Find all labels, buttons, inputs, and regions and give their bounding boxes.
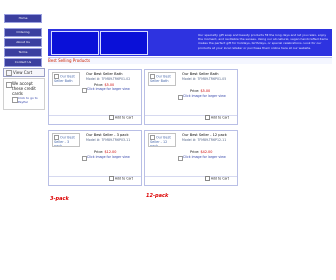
cart-icon: [108, 115, 114, 120]
nav-button-ordering[interactable]: Ordering: [4, 28, 42, 37]
add-to-cart-label: Add to Cart: [114, 176, 133, 181]
add-to-cart-button[interactable]: Add to Cart: [204, 176, 229, 181]
product-card: Our Best Seller - 12 pack Our Best Selle…: [144, 130, 238, 186]
add-to-cart-label: Add to Cart: [210, 115, 229, 120]
product-price: Price: $12.00: [94, 150, 116, 154]
best-selling-heading: Best Selling Products: [48, 57, 332, 64]
product-price: Price: $42.00: [190, 150, 212, 154]
cart-icon: [6, 70, 12, 76]
nav-button-terms[interactable]: Terms: [4, 48, 42, 57]
product-image[interactable]: Our Best Seller Bath: [52, 72, 80, 86]
add-to-cart-label: Add to Cart: [210, 176, 229, 181]
nav-button-about[interactable]: About Us: [4, 38, 42, 47]
price-label: Price:: [94, 150, 104, 154]
product-card: Our Best Seller Bath Our Best Seller Bat…: [144, 69, 238, 125]
price-label: Price:: [190, 150, 200, 154]
pack-label-12: 12-pack: [146, 193, 169, 199]
add-to-cart-button[interactable]: Add to Cart: [108, 115, 133, 120]
price-value: $12.00: [104, 150, 117, 154]
paypal-link[interactable]: Click to go to PayPal: [18, 96, 42, 104]
product-model: Model #: 7FM89-TR6P01-02: [86, 77, 131, 81]
cart-icon: [108, 176, 114, 181]
product-name[interactable]: Our Best Seller Bath: [86, 72, 123, 76]
price-label: Price:: [190, 89, 200, 93]
view-cart-label: View Cart: [13, 70, 33, 75]
larger-view-link[interactable]: Click image for larger view: [183, 155, 226, 159]
cart-icon: [204, 176, 210, 181]
larger-view-link[interactable]: Click image for larger view: [87, 155, 130, 159]
product-name[interactable]: Our Best Seller - 12 pack: [182, 133, 227, 137]
best-selling-label: Best Selling Products: [48, 58, 91, 63]
product-card: Our Best Seller Bath Our Best Seller Bat…: [48, 69, 142, 125]
header-banner: Our specialty gift soap and beauty produ…: [48, 29, 332, 56]
product-name[interactable]: Our Best Seller - 3 pack: [86, 133, 129, 137]
product-model: Model #: 7FM89-TR6P12-11: [182, 138, 227, 142]
larger-view-link[interactable]: Click image for larger view: [87, 87, 130, 91]
add-to-cart-button[interactable]: Add to Cart: [204, 115, 229, 120]
product-image[interactable]: Our Best Seller - 3 pack: [52, 133, 80, 147]
product-price: Price: $5.00: [190, 89, 210, 93]
pack-label-3: 3-pack: [50, 196, 69, 202]
banner-image-center: [100, 31, 148, 55]
cart-icon: [204, 115, 210, 120]
payment-info: We accept these credit cards Click to go…: [3, 78, 45, 110]
product-image[interactable]: Our Best Seller Bath: [148, 72, 176, 86]
view-cart-link[interactable]: View Cart: [3, 68, 45, 77]
banner-image-left: [51, 31, 99, 55]
larger-view-link[interactable]: Click image for larger view: [183, 94, 226, 98]
accept-cards-text: We accept these credit cards: [12, 81, 36, 96]
price-value: $42.00: [200, 150, 213, 154]
nav-button-contact[interactable]: Contact Us: [4, 58, 42, 67]
nav-button-home[interactable]: Home: [4, 14, 42, 23]
product-image[interactable]: Our Best Seller - 12 pack: [148, 133, 176, 147]
product-card: Our Best Seller - 3 pack Our Best Seller…: [48, 130, 142, 186]
product-model: Model #: 7FM89-TR6P03-11: [86, 138, 131, 142]
add-to-cart-button[interactable]: Add to Cart: [108, 176, 133, 181]
banner-description: Our specialty gift soap and beauty produ…: [198, 33, 328, 50]
product-model: Model #: 7FM89-TR6P01-05: [182, 77, 227, 81]
price-value: $5.00: [200, 89, 211, 93]
product-name[interactable]: Our Best Seller Bath: [182, 72, 219, 76]
add-to-cart-label: Add to Cart: [114, 115, 133, 120]
